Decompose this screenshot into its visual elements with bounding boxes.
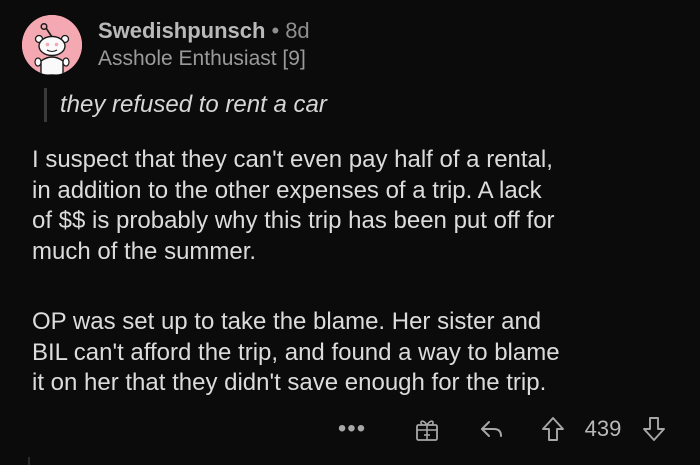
comment-actions: ••• 439 [0, 409, 700, 449]
comment-paragraph-2: OP was set up to take the blame. Her sis… [32, 308, 560, 396]
thread-line [28, 457, 30, 465]
username[interactable]: Swedishpunsch [98, 18, 265, 43]
comment: Swedishpunsch • 8d Asshole Enthusiast [9] … [0, 0, 700, 465]
gift-award-icon [416, 420, 438, 441]
user-flair: Asshole Enthusiast [9] [98, 47, 306, 70]
upvote-arrow-icon [542, 417, 564, 441]
reply-arrow-icon [481, 421, 502, 437]
comment-age: 8d [285, 18, 310, 43]
more-options-icon: ••• [337, 415, 367, 442]
award-button[interactable] [410, 409, 444, 449]
avatar[interactable] [22, 15, 82, 75]
quoted-text: they refused to rent a car [44, 88, 327, 122]
reddit-snoo-icon [22, 15, 82, 75]
more-options-button[interactable]: ••• [332, 409, 372, 449]
vote-score: 439 [584, 416, 622, 441]
downvote-arrow-icon [643, 417, 665, 441]
user-line: Swedishpunsch • 8d [98, 18, 310, 44]
separator-dot: • [271, 18, 280, 43]
downvote-button[interactable] [637, 409, 671, 449]
reply-button[interactable] [475, 409, 509, 449]
upvote-button[interactable] [536, 409, 570, 449]
comment-paragraph-1: I suspect that they can't even pay half … [32, 146, 555, 265]
comment-header: Swedishpunsch • 8d Asshole Enthusiast [9] [98, 18, 310, 71]
